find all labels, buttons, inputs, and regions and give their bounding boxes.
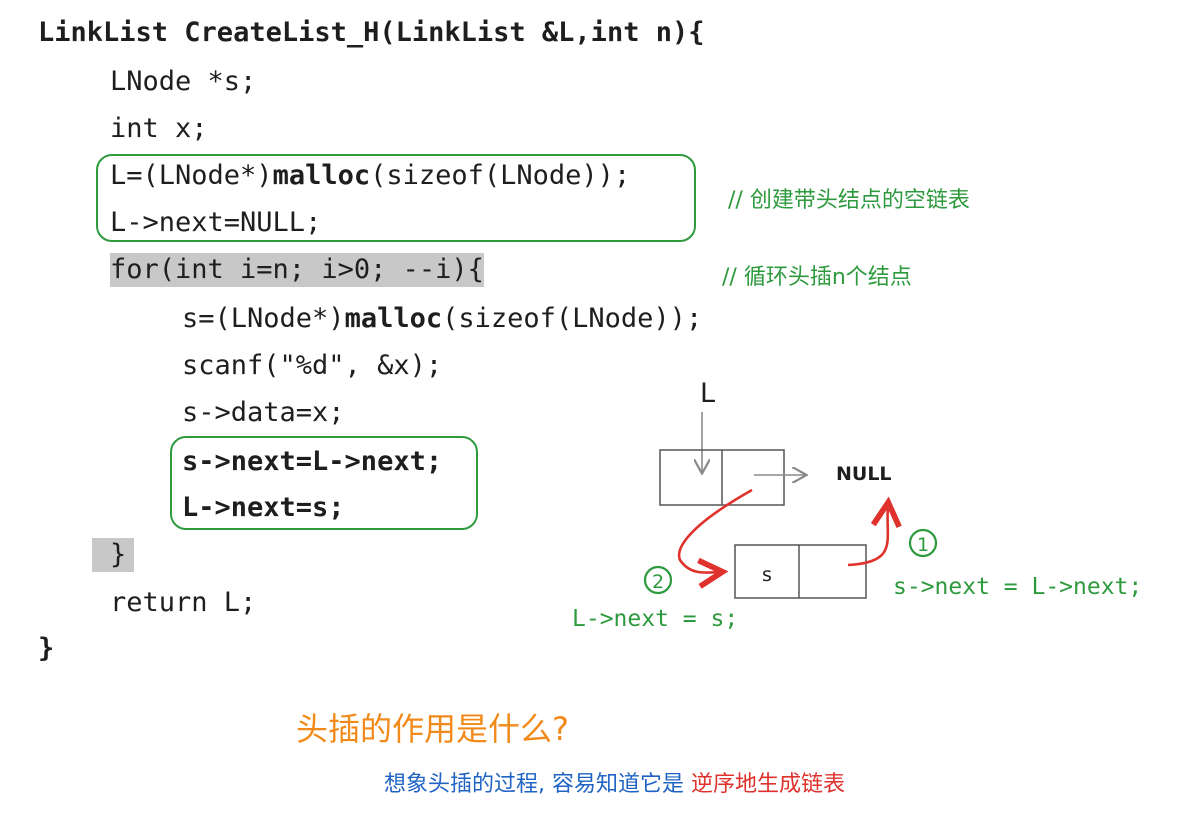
answer-part-explain: 想象头插的过程, 容易知道它是 [384,772,691,797]
step2-red-arrow [677,488,753,573]
new-node-label: s [762,564,772,586]
answer-part-emphasis: 逆序地生成链表 [690,772,845,797]
answer-text: 想象头插的过程, 容易知道它是 逆序地生成链表 [384,766,845,798]
head-pointer-label: L [700,378,715,409]
step2-marker: 2 [652,571,664,593]
question-heading: 头插的作用是什么? [296,710,569,748]
step1-red-arrow [847,505,888,567]
linked-list-diagram: L NULL s 1 2 [643,378,938,599]
new-node-box [734,544,867,599]
step1-marker: 1 [917,534,929,556]
null-label: NULL [836,463,892,485]
step2-caption: L->next = s; [572,606,739,632]
step1-caption: s->next = L->next; [893,574,1143,600]
